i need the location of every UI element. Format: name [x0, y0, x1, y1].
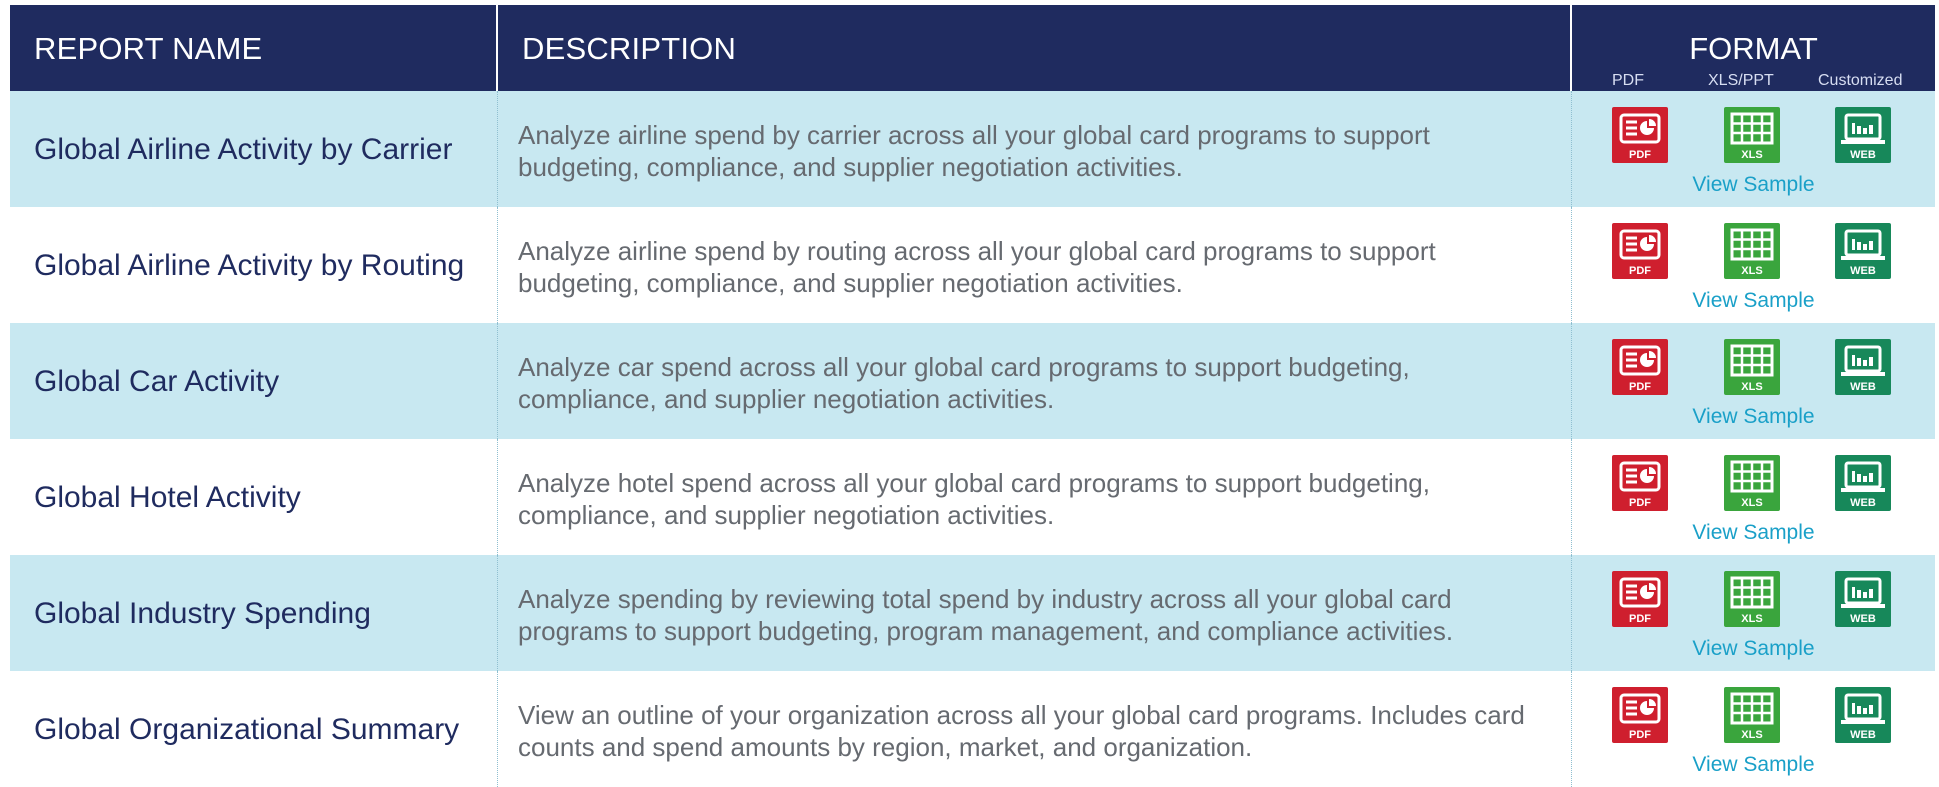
svg-text:XLS: XLS [1741, 497, 1762, 509]
description-cell: Analyze hotel spend across all your glob… [498, 439, 1572, 555]
format-web-label: Customized [1818, 72, 1903, 89]
web-chart-icon[interactable]: WEB [1835, 107, 1891, 163]
xls-spreadsheet-icon[interactable]: XLS [1724, 107, 1780, 163]
svg-text:XLS: XLS [1741, 265, 1762, 277]
reports-table: REPORT NAME DESCRIPTION FORMAT PDF XLS/P… [10, 5, 1935, 787]
table-header: REPORT NAME DESCRIPTION FORMAT PDF XLS/P… [10, 5, 1935, 91]
web-chart-icon[interactable]: WEB [1835, 455, 1891, 511]
report-name-cell: Global Car Activity [10, 323, 498, 439]
pdf-file-icon[interactable]: PDF [1612, 339, 1668, 395]
table-row: Global Industry Spending Analyze spendin… [10, 555, 1935, 671]
format-cell: PDF XLS WEB View Sample [1572, 439, 1935, 555]
report-description: Analyze airline spend by carrier across … [518, 120, 1430, 182]
report-description: Analyze car spend across all your global… [518, 352, 1410, 414]
svg-text:WEB: WEB [1850, 497, 1876, 509]
xls-spreadsheet-icon[interactable]: XLS [1724, 571, 1780, 627]
view-sample-link[interactable]: View Sample [1572, 173, 1935, 197]
format-cell: PDF XLS WEB View Sample [1572, 671, 1935, 787]
pdf-file-icon[interactable]: PDF [1612, 571, 1668, 627]
svg-text:WEB: WEB [1850, 381, 1876, 393]
format-cell: PDF XLS WEB View Sample [1572, 323, 1935, 439]
xls-spreadsheet-icon[interactable]: XLS [1724, 339, 1780, 395]
header-report-name: REPORT NAME [10, 5, 498, 91]
report-description: Analyze hotel spend across all your glob… [518, 468, 1430, 530]
header-description: DESCRIPTION [498, 5, 1572, 91]
table-row: Global Hotel Activity Analyze hotel spen… [10, 439, 1935, 555]
format-pdf-label: PDF [1612, 72, 1644, 89]
report-name: Global Airline Activity by Carrier [34, 133, 453, 166]
svg-text:PDF: PDF [1629, 265, 1651, 277]
format-cell: PDF XLS WEB View Sample [1572, 91, 1935, 207]
svg-text:WEB: WEB [1850, 613, 1876, 625]
view-sample-link[interactable]: View Sample [1572, 405, 1935, 429]
svg-text:WEB: WEB [1850, 265, 1876, 277]
web-chart-icon[interactable]: WEB [1835, 223, 1891, 279]
pdf-file-icon[interactable]: PDF [1612, 455, 1668, 511]
header-description-label: DESCRIPTION [522, 31, 737, 66]
svg-text:XLS: XLS [1741, 613, 1762, 625]
report-name-cell: Global Airline Activity by Carrier [10, 91, 498, 207]
description-cell: Analyze airline spend by carrier across … [498, 91, 1572, 207]
report-description: Analyze spending by reviewing total spen… [518, 584, 1454, 646]
svg-text:XLS: XLS [1741, 381, 1762, 393]
report-name-cell: Global Hotel Activity [10, 439, 498, 555]
description-cell: Analyze airline spend by routing across … [498, 207, 1572, 323]
header-report-name-label: REPORT NAME [34, 31, 263, 66]
format-cell: PDF XLS WEB View Sample [1572, 555, 1935, 671]
view-sample-link[interactable]: View Sample [1572, 521, 1935, 545]
report-name-cell: Global Industry Spending [10, 555, 498, 671]
report-name-cell: Global Airline Activity by Routing [10, 207, 498, 323]
report-description: View an outline of your organization acr… [518, 700, 1525, 762]
svg-text:XLS: XLS [1741, 729, 1762, 741]
pdf-file-icon[interactable]: PDF [1612, 687, 1668, 743]
format-cell: PDF XLS WEB View Sample [1572, 207, 1935, 323]
pdf-file-icon[interactable]: PDF [1612, 107, 1668, 163]
report-name-cell: Global Organizational Summary [10, 671, 498, 787]
web-chart-icon[interactable]: WEB [1835, 571, 1891, 627]
svg-text:PDF: PDF [1629, 497, 1651, 509]
table-row: Global Airline Activity by Carrier Analy… [10, 91, 1935, 207]
table-row: Global Car Activity Analyze car spend ac… [10, 323, 1935, 439]
xls-spreadsheet-icon[interactable]: XLS [1724, 687, 1780, 743]
report-name: Global Airline Activity by Routing [34, 249, 465, 282]
description-cell: View an outline of your organization acr… [498, 671, 1572, 787]
report-name: Global Hotel Activity [34, 481, 301, 514]
xls-spreadsheet-icon[interactable]: XLS [1724, 223, 1780, 279]
svg-text:PDF: PDF [1629, 149, 1651, 161]
header-format-label: FORMAT [1689, 31, 1818, 66]
svg-text:WEB: WEB [1850, 729, 1876, 741]
svg-text:PDF: PDF [1629, 729, 1651, 741]
web-chart-icon[interactable]: WEB [1835, 687, 1891, 743]
table-row: Global Organizational Summary View an ou… [10, 671, 1935, 787]
svg-text:PDF: PDF [1629, 381, 1651, 393]
report-name: Global Industry Spending [34, 597, 371, 630]
format-xls-label: XLS/PPT [1708, 72, 1774, 89]
table-body: Global Airline Activity by Carrier Analy… [10, 91, 1935, 787]
svg-text:WEB: WEB [1850, 149, 1876, 161]
svg-text:PDF: PDF [1629, 613, 1651, 625]
description-cell: Analyze spending by reviewing total spen… [498, 555, 1572, 671]
web-chart-icon[interactable]: WEB [1835, 339, 1891, 395]
view-sample-link[interactable]: View Sample [1572, 289, 1935, 313]
table-row: Global Airline Activity by Routing Analy… [10, 207, 1935, 323]
header-format: FORMAT PDF XLS/PPT Customized [1572, 5, 1935, 91]
description-cell: Analyze car spend across all your global… [498, 323, 1572, 439]
xls-spreadsheet-icon[interactable]: XLS [1724, 455, 1780, 511]
svg-text:XLS: XLS [1741, 149, 1762, 161]
view-sample-link[interactable]: View Sample [1572, 753, 1935, 777]
report-name: Global Organizational Summary [34, 713, 460, 746]
report-name: Global Car Activity [34, 365, 280, 398]
report-description: Analyze airline spend by routing across … [518, 236, 1436, 298]
view-sample-link[interactable]: View Sample [1572, 637, 1935, 661]
pdf-file-icon[interactable]: PDF [1612, 223, 1668, 279]
